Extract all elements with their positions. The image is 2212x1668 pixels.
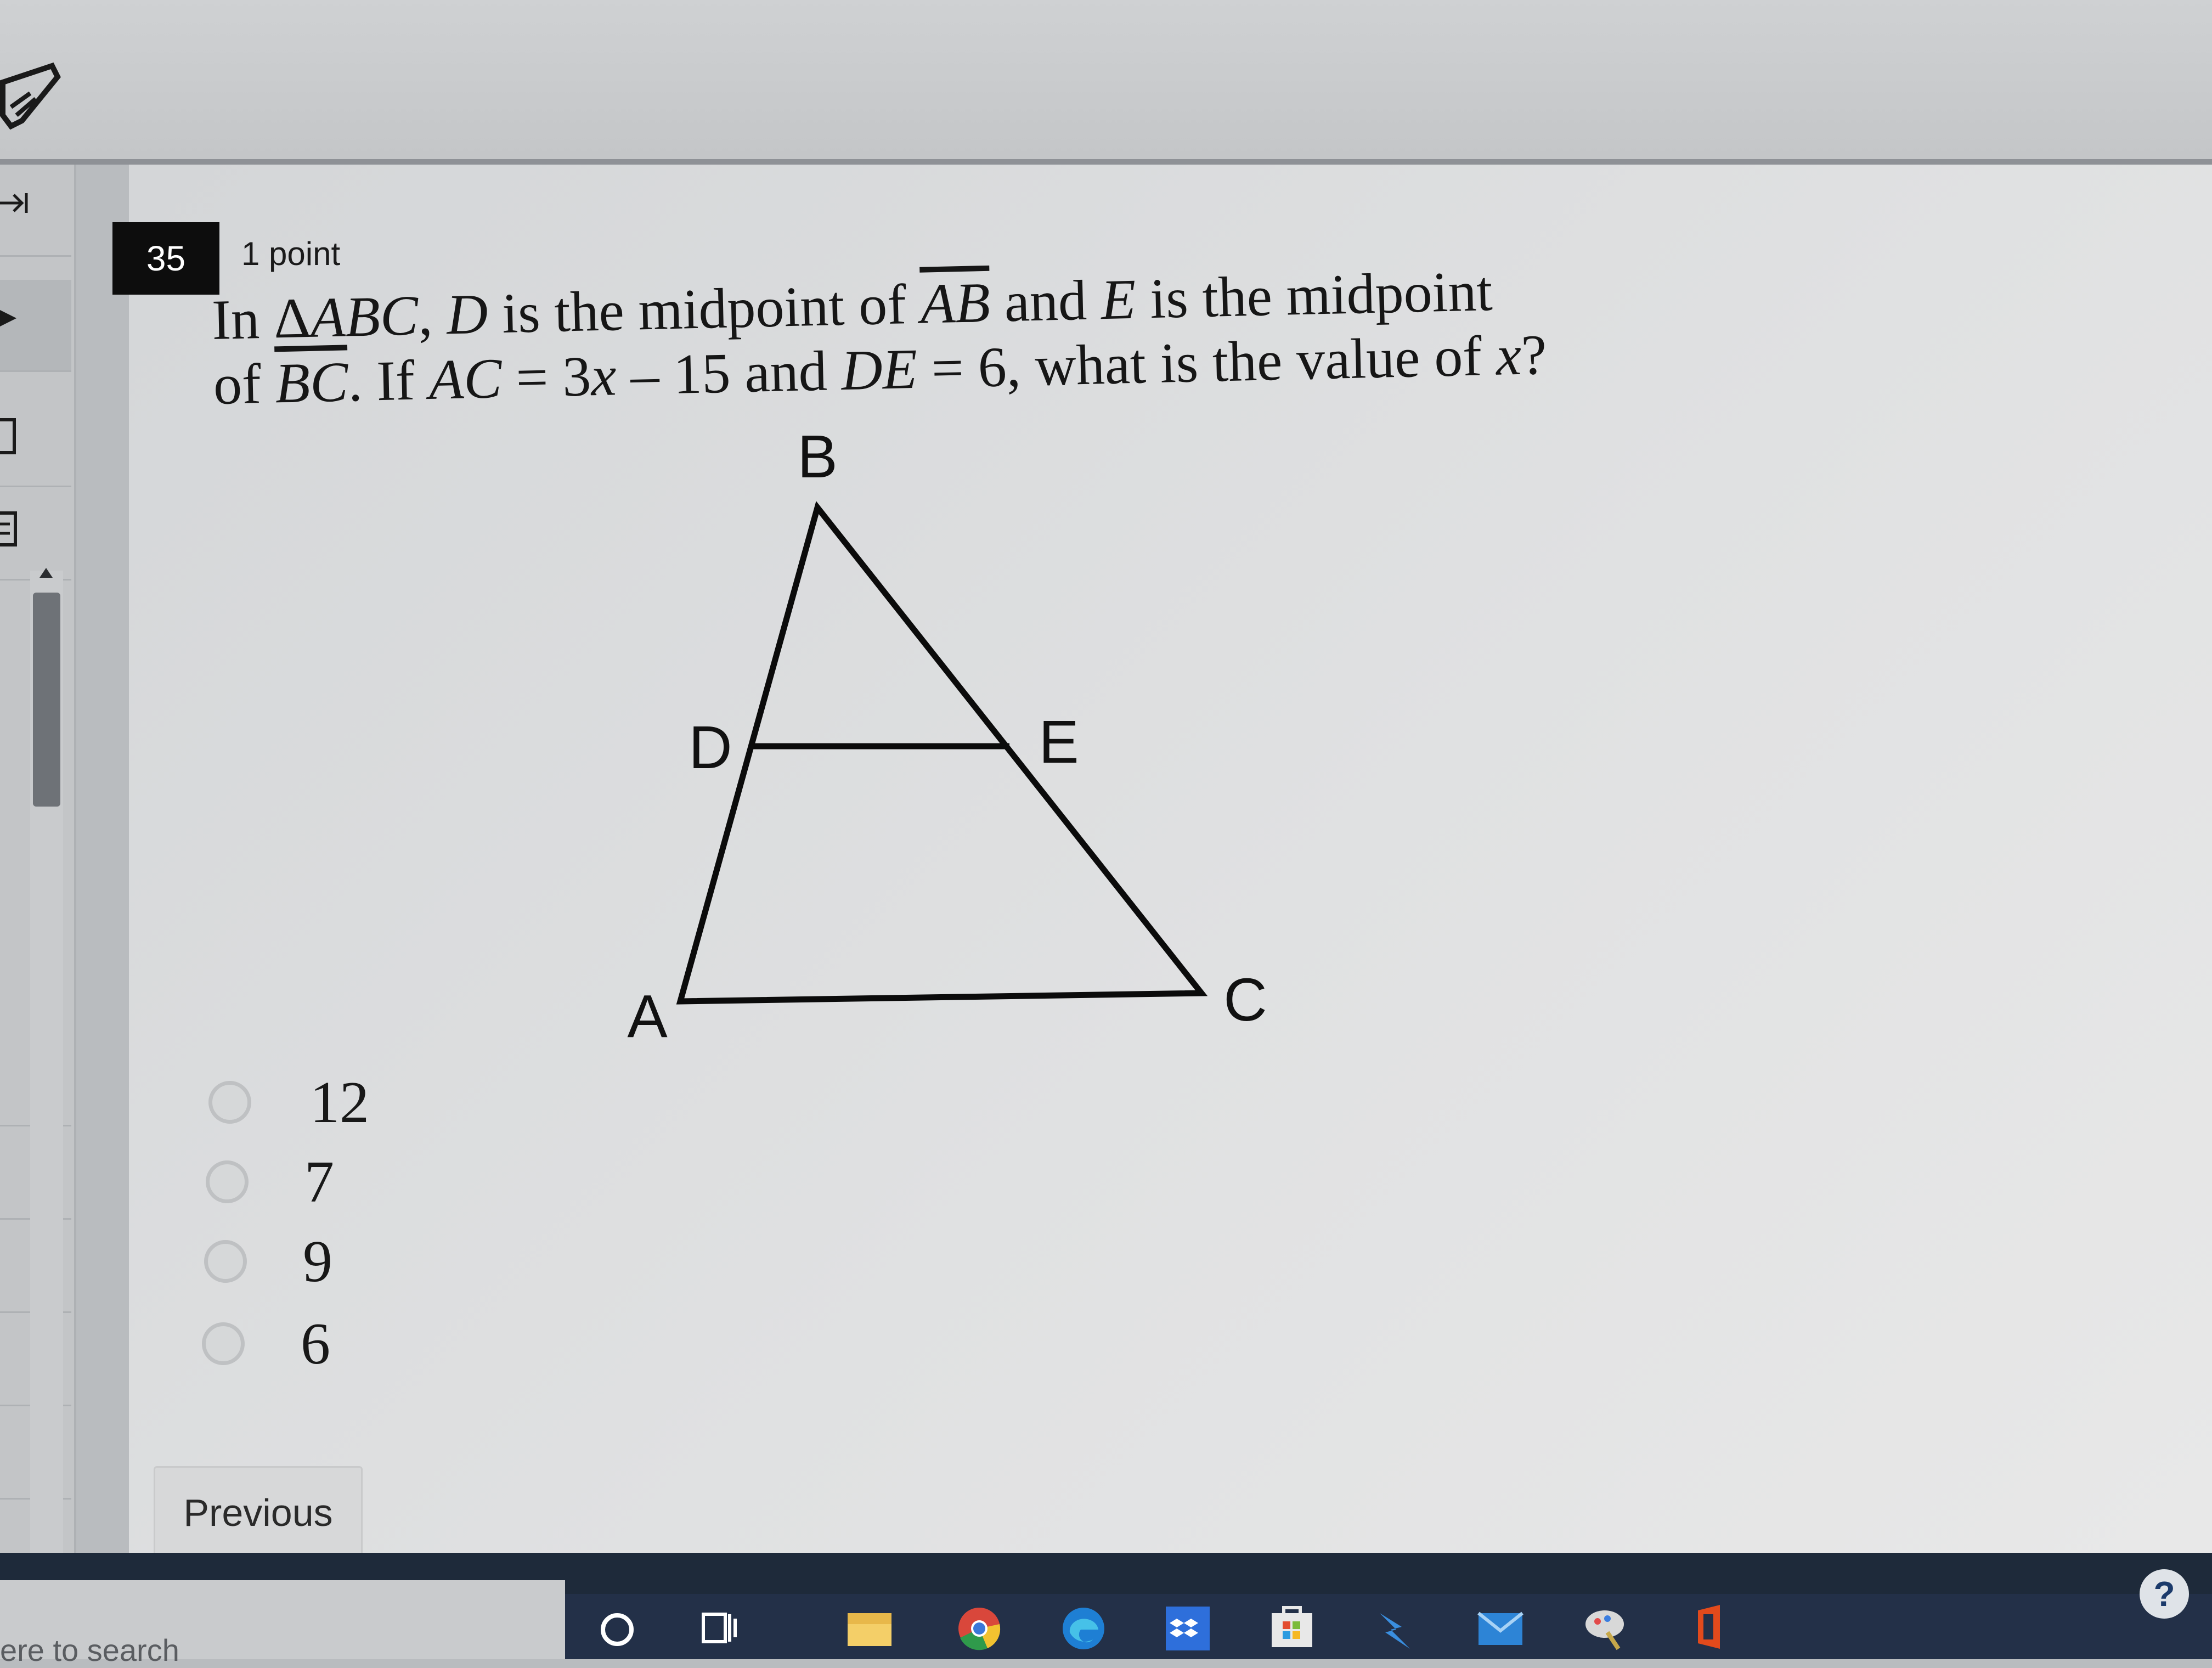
- choice-4[interactable]: 6: [202, 1311, 421, 1383]
- dropbox-icon[interactable]: [1163, 1602, 1212, 1652]
- task-view-icon[interactable]: [697, 1602, 746, 1652]
- line1-segment-1: ABC: [309, 284, 419, 350]
- label-b: B: [797, 423, 837, 491]
- rail-item-page[interactable]: [0, 395, 71, 487]
- radio-choice-4[interactable]: [202, 1322, 245, 1365]
- question-points: 1 point: [241, 235, 341, 272]
- list-icon: [0, 511, 17, 546]
- collapse-arrow-icon: [0, 193, 28, 213]
- line2-segment-8: = 6, what is the value of: [916, 324, 1497, 401]
- radio-choice-1[interactable]: [208, 1081, 251, 1124]
- line2-segment-0: of: [212, 352, 276, 416]
- rocket-icon: [0, 62, 61, 130]
- line2-segment-6: – 15 and: [616, 339, 842, 408]
- scroll-up-icon[interactable]: [40, 568, 53, 578]
- mail-icon[interactable]: [1476, 1602, 1525, 1652]
- cortana-icon[interactable]: [592, 1602, 642, 1652]
- line2-segment-2: . If: [347, 348, 430, 414]
- line2-segment-1: BC: [274, 350, 349, 415]
- file-explorer-icon[interactable]: [845, 1602, 894, 1652]
- line2-segment-4: = 3: [501, 345, 592, 410]
- paint-icon[interactable]: [1580, 1602, 1629, 1652]
- choice-1-label: 12: [310, 1070, 369, 1135]
- line1-segment-6: and: [989, 268, 1102, 334]
- label-a: A: [627, 983, 668, 1050]
- line1-segment-7: E: [1100, 267, 1137, 332]
- choice-4-label: 6: [301, 1311, 330, 1377]
- edge-icon[interactable]: [1059, 1602, 1108, 1652]
- line2-segment-10: ?: [1520, 323, 1548, 387]
- radio-choice-2[interactable]: [206, 1160, 249, 1203]
- power-automate-icon[interactable]: [1372, 1602, 1421, 1652]
- collapse-button[interactable]: [0, 165, 71, 257]
- page-icon: [0, 418, 16, 454]
- choice-3-label: 9: [303, 1229, 332, 1294]
- label-d: D: [689, 714, 732, 781]
- choice-2-label: 7: [304, 1149, 334, 1215]
- choice-3[interactable]: 9: [204, 1229, 424, 1300]
- scrollbar-thumb[interactable]: [33, 593, 60, 807]
- pin-icon: [0, 310, 16, 326]
- line1-segment-3: D: [445, 282, 489, 347]
- line1-segment-0: In Δ: [211, 286, 312, 352]
- help-icon[interactable]: ?: [2140, 1569, 2189, 1619]
- office-icon[interactable]: [1684, 1602, 1734, 1652]
- taskbar-search-placeholder: ere to search: [0, 1633, 179, 1667]
- line1-segment-4: is the midpoint of: [487, 272, 921, 346]
- label-c: C: [1223, 966, 1267, 1034]
- previous-button[interactable]: Previous: [154, 1466, 363, 1560]
- line1-segment-5: AB: [919, 271, 991, 336]
- line1-segment-8: is the midpoint: [1135, 260, 1493, 331]
- label-e: E: [1039, 708, 1079, 776]
- chrome-icon[interactable]: [955, 1602, 1004, 1652]
- triangle-figure: B D E A C: [627, 423, 1267, 1050]
- radio-choice-3[interactable]: [204, 1240, 247, 1283]
- line2-segment-7: DE: [840, 337, 918, 402]
- line2-segment-9: x: [1495, 323, 1522, 387]
- microsoft-store-icon[interactable]: [1267, 1602, 1317, 1652]
- rail-item-active[interactable]: [0, 280, 71, 372]
- question-number: 35: [112, 222, 219, 295]
- triangle-abc: [676, 501, 1208, 1005]
- rail-item-list[interactable]: [0, 488, 71, 581]
- line1-segment-2: ,: [417, 283, 448, 347]
- line2-segment-5: x: [590, 344, 617, 408]
- line2-segment-3: AC: [428, 347, 503, 412]
- choice-2[interactable]: 7: [206, 1149, 425, 1221]
- choice-1[interactable]: 12: [208, 1070, 428, 1141]
- top-bar: [0, 0, 2212, 165]
